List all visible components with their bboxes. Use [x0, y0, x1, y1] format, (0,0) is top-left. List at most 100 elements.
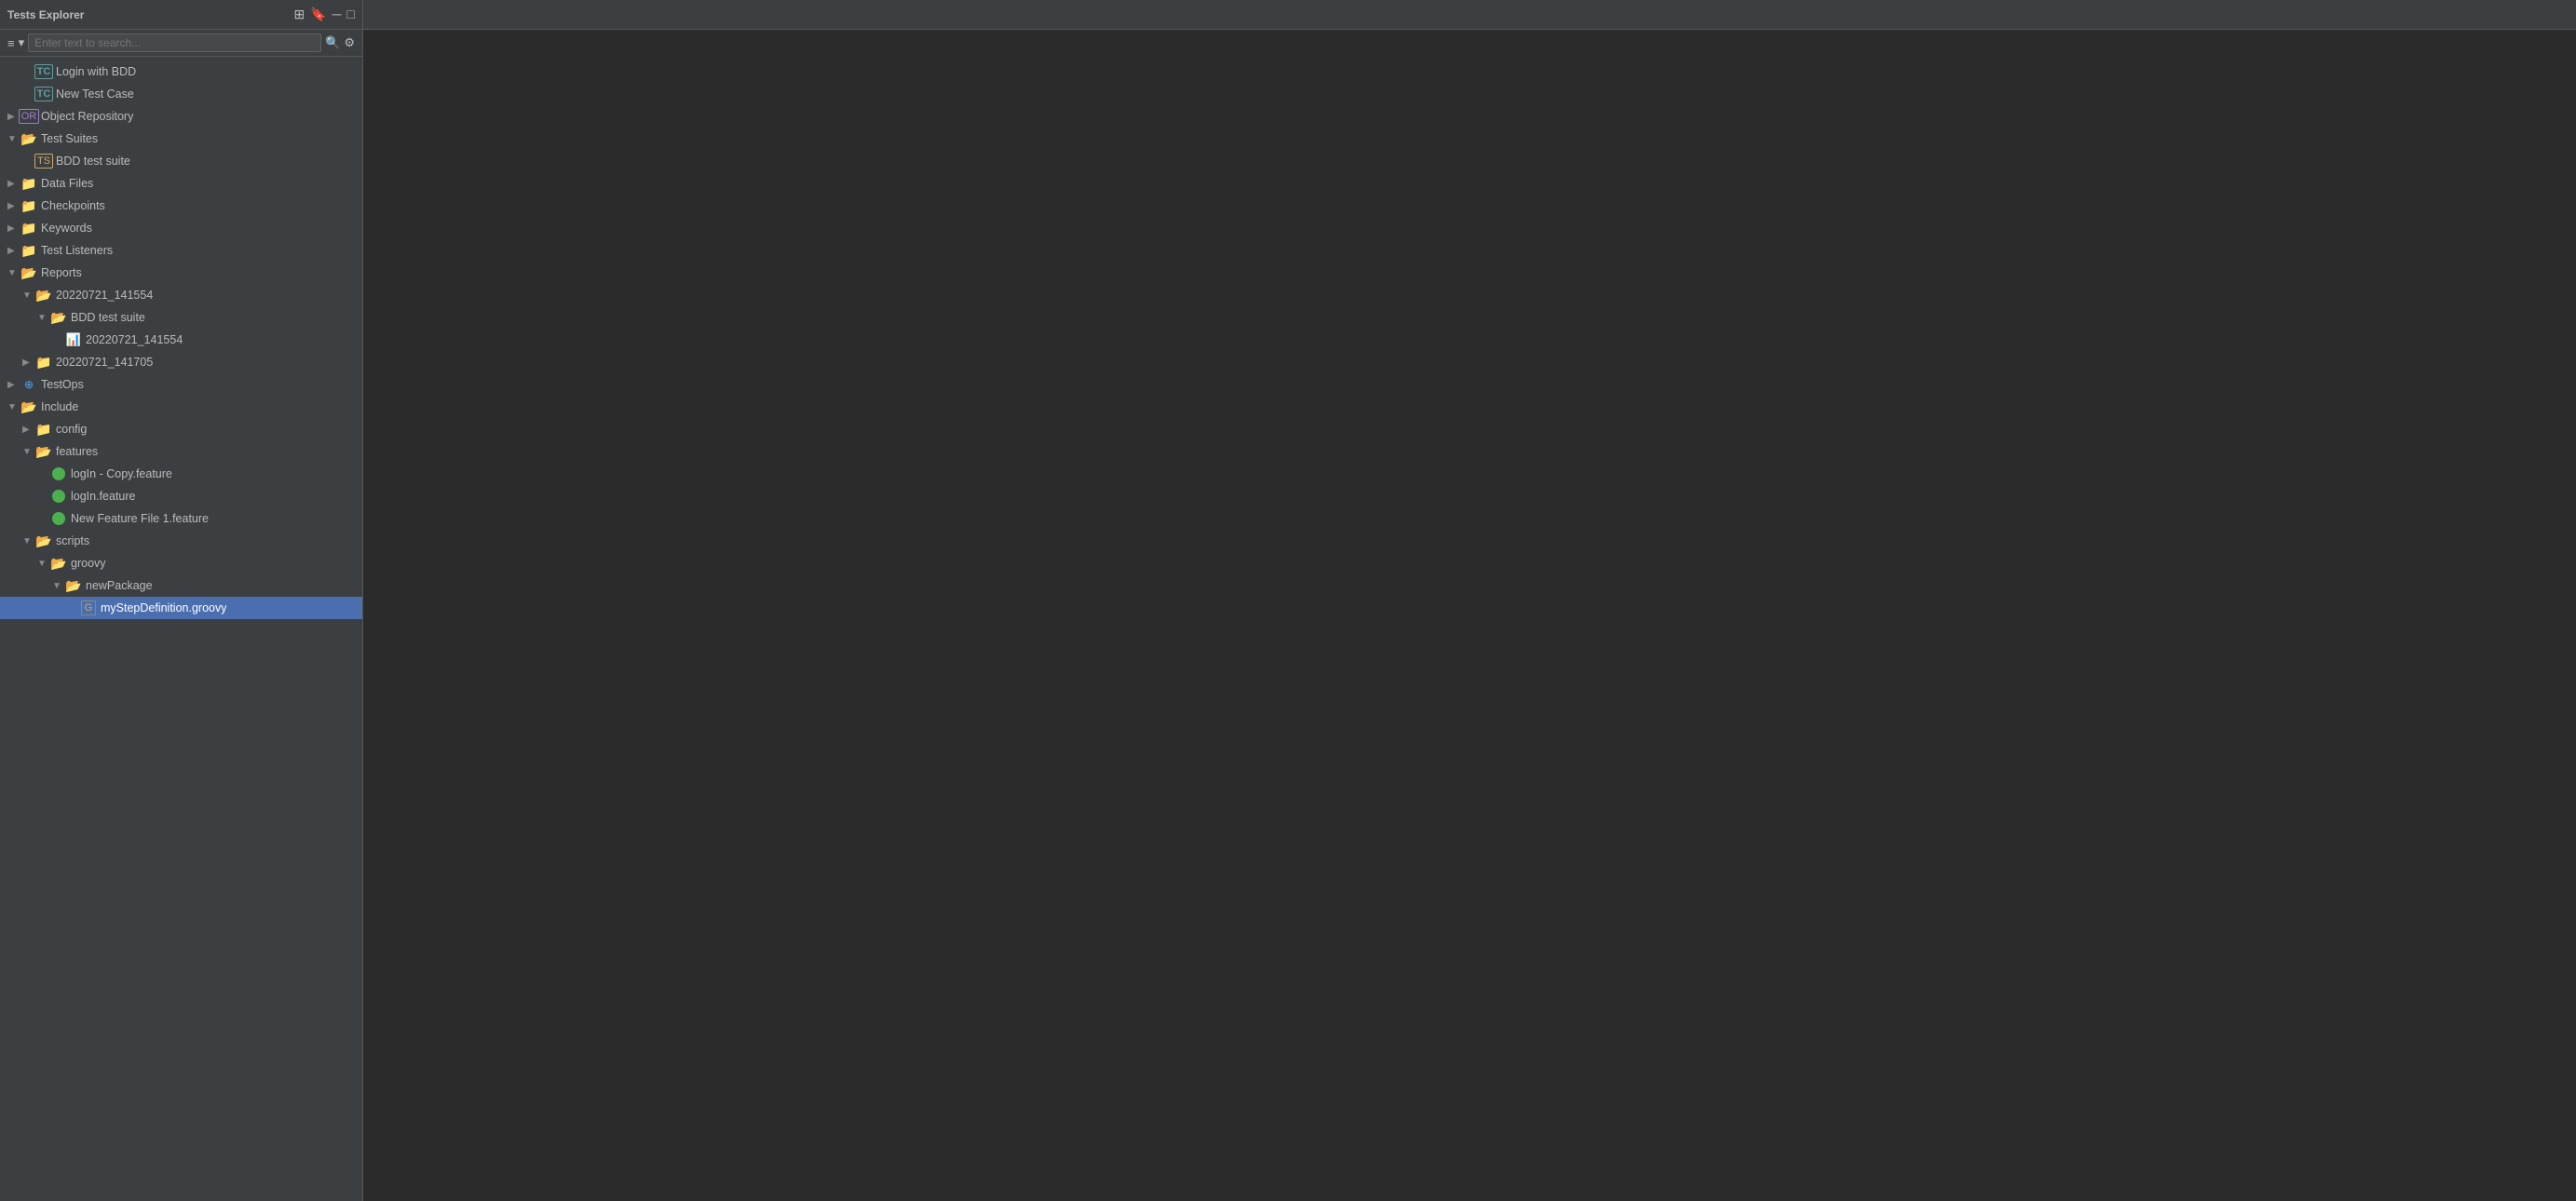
settings-search-icon[interactable]: ⚙: [344, 35, 355, 50]
tree-icon-testops: ⊕: [20, 376, 37, 393]
sidebar-item-login-feature[interactable]: logIn.feature: [0, 485, 362, 507]
tree-icon-data-files: 📁: [20, 175, 37, 192]
tree-label-checkpoints: Checkpoints: [41, 199, 105, 212]
sidebar-bookmark-icon[interactable]: 🔖: [310, 7, 326, 22]
tree-label-data-files: Data Files: [41, 177, 93, 190]
tree-label-groovy: groovy: [71, 557, 106, 570]
sidebar-item-new-package[interactable]: ▼📂 newPackage: [0, 574, 362, 597]
sidebar-item-groovy[interactable]: ▼📂 groovy: [0, 552, 362, 574]
tree-arrow-report-20220721-141705[interactable]: ▶: [22, 358, 35, 368]
tree-label-report-bdd-suite: BDD test suite: [71, 311, 145, 324]
tree-icon-include: 📂: [20, 398, 37, 415]
sidebar-item-test-listeners[interactable]: ▶📁 Test Listeners: [0, 239, 362, 262]
tree-label-report-20220721-141705: 20220721_141705: [56, 356, 153, 369]
tree-arrow-report-20220721-141554[interactable]: ▼: [22, 290, 35, 301]
sidebar-item-report-20220721-141554[interactable]: ▼📂20220721_141554: [0, 284, 362, 306]
sidebar-maximize-icon[interactable]: □: [347, 7, 355, 22]
tree-label-test-listeners: Test Listeners: [41, 244, 113, 257]
tree-icon-checkpoints: 📁: [20, 197, 37, 214]
tree-label-my-step-def: myStepDefinition.groovy: [101, 601, 226, 614]
tree-arrow-groovy[interactable]: ▼: [37, 559, 50, 569]
sidebar-item-testops[interactable]: ▶⊕ TestOps: [0, 373, 362, 396]
tree-icon-test-suites: 📂: [20, 130, 37, 147]
tree-arrow-keywords[interactable]: ▶: [7, 223, 20, 234]
tree-icon-login-copy-feature: [50, 466, 67, 482]
tree-label-login-copy-feature: logIn - Copy.feature: [71, 467, 172, 480]
tree-arrow-features[interactable]: ▼: [22, 447, 35, 457]
tree: TC Login with BDD TC New Test Case ▶ OR Object…: [0, 57, 362, 1201]
tree-arrow-reports[interactable]: ▼: [7, 268, 20, 278]
sidebar-header: Tests Explorer ⊞ 🔖 ─ □: [0, 0, 362, 30]
tree-label-new-test-case: New Test Case: [56, 88, 134, 101]
tree-icon-report-20220721-141554-inner: 📊: [65, 331, 82, 348]
sidebar-item-report-20220721-141554-inner[interactable]: 📊20220721_141554: [0, 329, 362, 351]
tree-icon-object-repository: OR: [20, 108, 37, 125]
sidebar-item-include[interactable]: ▼📂 Include: [0, 396, 362, 418]
sidebar-title: Tests Explorer: [7, 8, 293, 21]
tree-arrow-config[interactable]: ▶: [22, 425, 35, 435]
tree-arrow-test-suites[interactable]: ▼: [7, 134, 20, 144]
tree-label-include: Include: [41, 400, 78, 413]
search-input[interactable]: [28, 34, 321, 52]
code-editor[interactable]: [363, 30, 2576, 1201]
tree-icon-login-feature: [50, 488, 67, 505]
tree-label-login-feature: logIn.feature: [71, 490, 136, 503]
tree-icon-my-step-def: G: [80, 600, 97, 616]
sidebar-item-login-copy-feature[interactable]: logIn - Copy.feature: [0, 463, 362, 485]
sidebar: Tests Explorer ⊞ 🔖 ─ □ ≡ ▾ 🔍 ⚙ TC Login w…: [0, 0, 363, 1201]
tree-icon-features: 📂: [35, 443, 52, 460]
sidebar-item-bdd-test-suite[interactable]: TSBDD test suite: [0, 150, 362, 172]
tree-arrow-include[interactable]: ▼: [7, 402, 20, 412]
tree-icon-new-feature-file: [50, 510, 67, 527]
tree-label-config: config: [56, 423, 87, 436]
tree-icon-bdd-test-suite: TS: [35, 153, 52, 169]
sidebar-item-new-test-case[interactable]: TC New Test Case: [0, 83, 362, 105]
tree-label-reports: Reports: [41, 266, 82, 279]
search-icon[interactable]: 🔍: [325, 35, 340, 50]
sidebar-item-keywords[interactable]: ▶📁Keywords: [0, 217, 362, 239]
tree-arrow-data-files[interactable]: ▶: [7, 179, 20, 189]
tree-icon-config: 📁: [35, 421, 52, 438]
tree-arrow-test-listeners[interactable]: ▶: [7, 246, 20, 256]
dropdown-icon[interactable]: ▾: [19, 35, 25, 50]
sidebar-item-report-20220721-141705[interactable]: ▶📁20220721_141705: [0, 351, 362, 373]
search-bar: ≡ ▾ 🔍 ⚙: [0, 30, 362, 57]
tree-arrow-scripts[interactable]: ▼: [22, 536, 35, 547]
sidebar-item-scripts[interactable]: ▼📂 scripts: [0, 530, 362, 552]
sidebar-item-reports[interactable]: ▼📂 Reports: [0, 262, 362, 284]
tree-arrow-report-bdd-suite[interactable]: ▼: [37, 313, 50, 323]
sidebar-item-object-repository[interactable]: ▶ORObject Repository: [0, 105, 362, 128]
tree-arrow-new-package[interactable]: ▼: [52, 581, 65, 591]
tree-label-features: features: [56, 445, 98, 458]
filter-icon[interactable]: ≡: [7, 36, 15, 50]
tree-arrow-testops[interactable]: ▶: [7, 380, 20, 390]
tree-label-scripts: scripts: [56, 534, 89, 547]
sidebar-item-new-feature-file[interactable]: New Feature File 1.feature: [0, 507, 362, 530]
tree-label-object-repository: Object Repository: [41, 110, 133, 123]
tree-label-keywords: Keywords: [41, 222, 92, 235]
tab-bar: [363, 0, 2576, 30]
tree-label-login-bdd: Login with BDD: [56, 65, 136, 78]
sidebar-item-checkpoints[interactable]: ▶📁 Checkpoints: [0, 195, 362, 217]
tree-icon-new-package: 📂: [65, 577, 82, 594]
sidebar-item-report-bdd-suite[interactable]: ▼📂 BDD test suite: [0, 306, 362, 329]
tree-label-testops: TestOps: [41, 378, 84, 391]
tree-icon-reports: 📂: [20, 264, 37, 281]
tree-label-report-20220721-141554: 20220721_141554: [56, 289, 153, 302]
tree-icon-login-bdd: TC: [35, 63, 52, 80]
sidebar-item-my-step-def[interactable]: GmyStepDefinition.groovy: [0, 597, 362, 619]
tree-icon-scripts: 📂: [35, 533, 52, 549]
sidebar-layout-icon[interactable]: ⊞: [293, 7, 305, 22]
sidebar-item-features[interactable]: ▼📂 features: [0, 440, 362, 463]
tree-icon-test-listeners: 📁: [20, 242, 37, 259]
sidebar-item-data-files[interactable]: ▶📁 Data Files: [0, 172, 362, 195]
tree-label-new-package: newPackage: [86, 579, 153, 592]
sidebar-item-test-suites[interactable]: ▼📂Test Suites: [0, 128, 362, 150]
sidebar-item-config[interactable]: ▶📁 config: [0, 418, 362, 440]
tree-arrow-checkpoints[interactable]: ▶: [7, 201, 20, 211]
tree-icon-groovy: 📂: [50, 555, 67, 572]
tree-icon-new-test-case: TC: [35, 86, 52, 102]
sidebar-item-login-bdd[interactable]: TC Login with BDD: [0, 61, 362, 83]
sidebar-minimize-icon[interactable]: ─: [332, 7, 342, 22]
tree-icon-report-bdd-suite: 📂: [50, 309, 67, 326]
